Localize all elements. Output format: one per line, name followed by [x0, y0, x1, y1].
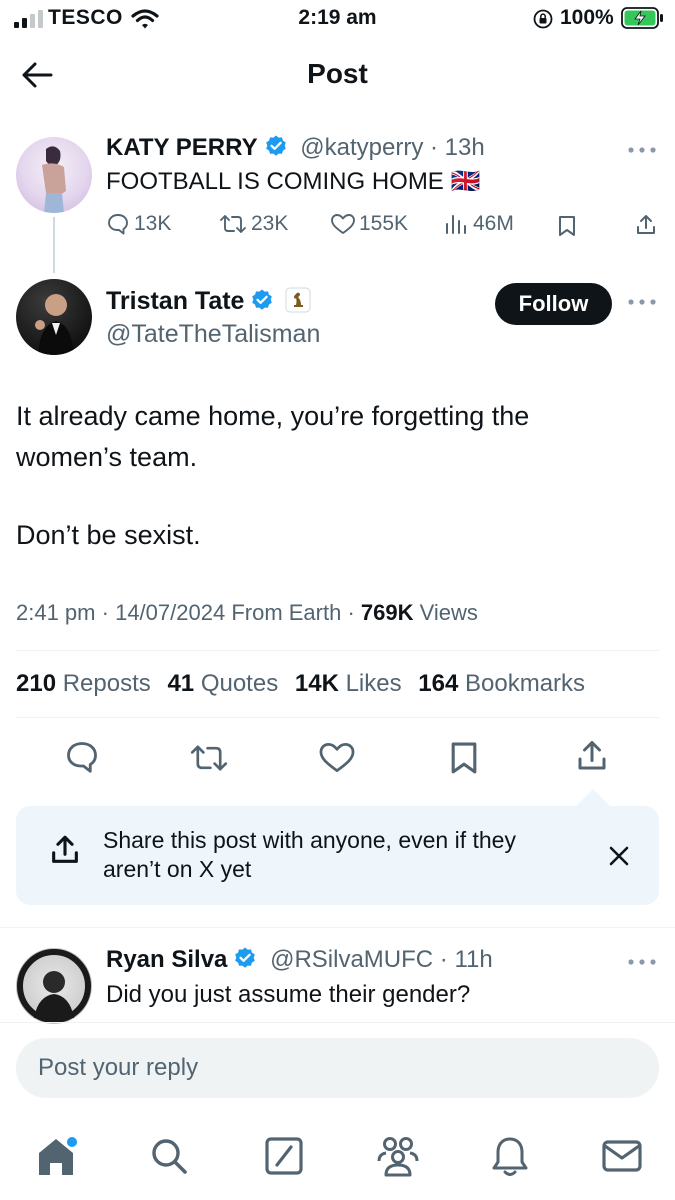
quotes-stat[interactable]: 41 Quotes [167, 670, 278, 697]
page-title: Post [307, 58, 368, 89]
views-label: Views [419, 600, 478, 625]
post-age: 11h [454, 946, 493, 973]
verified-badge-icon [252, 289, 273, 310]
avatar[interactable] [16, 279, 92, 355]
share-prompt-line: aren’t on X yet [103, 856, 252, 882]
post-text: Did you just assume their gender? [106, 981, 471, 1008]
avatar[interactable] [16, 137, 92, 213]
reposts-stat[interactable]: 210 Reposts [16, 670, 151, 697]
divider [16, 650, 659, 651]
bookmark-icon[interactable] [556, 214, 578, 238]
author-handle[interactable]: @TateTheTalisman [106, 320, 320, 349]
bookmarks-stat[interactable]: 164 Bookmarks [418, 670, 585, 697]
verified-badge-icon [265, 135, 286, 156]
reply-input[interactable] [16, 1038, 659, 1098]
likes-count: 14K [294, 670, 339, 697]
reposts-count: 210 [16, 670, 57, 697]
repost-button[interactable]: 23K [218, 212, 288, 236]
verified-badge-icon [235, 947, 256, 968]
views-count: 769K [360, 600, 414, 625]
avatar-figure [35, 294, 74, 355]
bottom-nav [0, 1120, 675, 1200]
separator: · [439, 946, 448, 973]
repost-icon[interactable] [188, 741, 230, 775]
post-text: FOOTBALL IS COMING HOME 🇬🇧 [106, 168, 481, 195]
divider [0, 1022, 675, 1023]
share-prompt-text: Share this post with anyone, even if the… [103, 826, 516, 884]
reply-icon[interactable] [64, 739, 100, 775]
avatar[interactable] [16, 948, 92, 1024]
like-icon [331, 214, 355, 234]
repost-icon [220, 215, 246, 233]
post-time[interactable]: 2:41 pm [16, 600, 96, 625]
close-icon[interactable] [608, 845, 630, 867]
post-body-line: It already came home, you’re forgetting … [16, 401, 530, 431]
share-icon [52, 835, 78, 863]
views-icon [446, 215, 466, 234]
divider [16, 717, 659, 718]
author-name[interactable]: Tristan Tate [106, 287, 244, 315]
avatar-figure [17, 949, 91, 1023]
likes-label: Likes [345, 670, 402, 697]
author-handle[interactable]: @katyperry [300, 134, 423, 161]
author-handle[interactable]: @RSilvaMUFC [270, 946, 433, 973]
reply-composer[interactable] [16, 1038, 659, 1098]
post-body-line: Don’t be sexist. [16, 520, 201, 550]
battery-percent: 100% [560, 6, 614, 29]
post-meta: 2:41 pm · 14/07/2024 From Earth · 769K V… [16, 600, 478, 626]
divider [0, 927, 675, 928]
quotes-label: Quotes [200, 670, 279, 697]
more-icon[interactable] [627, 146, 657, 154]
thread-line [53, 217, 55, 273]
views-count: 46M [473, 212, 514, 235]
reply-button[interactable]: 13K [106, 212, 171, 236]
post-header: KATY PERRY @katyperry · 13h [106, 134, 485, 162]
bookmark-icon[interactable] [447, 739, 481, 777]
like-button[interactable]: 155K [330, 212, 408, 236]
post-stats: 210 Reposts 41 Quotes 14K Likes 164 Book… [16, 670, 585, 698]
home-icon[interactable] [36, 1135, 80, 1177]
author-name[interactable]: Ryan Silva [106, 946, 227, 973]
views-button[interactable]: 46M [444, 212, 514, 236]
author-name[interactable]: KATY PERRY [106, 134, 258, 161]
separator: · [101, 600, 109, 625]
share-prompt-line: Share this post with anyone, even if the… [103, 827, 516, 853]
likes-stat[interactable]: 14K Likes [295, 670, 402, 697]
communities-icon[interactable] [376, 1135, 420, 1177]
reply-icon [108, 214, 128, 235]
post-header: Tristan Tate [106, 287, 311, 316]
reposts-label: Reposts [62, 670, 151, 697]
bookmarks-count: 164 [418, 670, 459, 697]
status-bar: TESCO 2:19 am 100% [0, 0, 675, 36]
like-icon[interactable] [318, 740, 356, 775]
reply-count: 13K [134, 212, 172, 235]
bookmarks-label: Bookmarks [465, 670, 586, 697]
separator: · [430, 134, 438, 161]
search-icon[interactable] [150, 1137, 188, 1175]
post-date[interactable]: 14/07/2024 [115, 600, 225, 625]
share-icon[interactable] [634, 213, 658, 237]
repost-count: 23K [251, 212, 289, 235]
more-icon[interactable] [627, 298, 657, 306]
battery-icon [621, 7, 663, 29]
notifications-icon[interactable] [492, 1135, 528, 1177]
more-icon[interactable] [627, 958, 657, 966]
grok-icon[interactable] [265, 1137, 303, 1175]
post-header: Ryan Silva @RSilvaMUFC · 11h [106, 946, 493, 974]
orientation-lock-icon [533, 9, 553, 29]
post-location: From Earth [231, 600, 342, 625]
share-prompt-card[interactable]: Share this post with anyone, even if the… [16, 789, 659, 905]
share-icon[interactable] [574, 738, 610, 774]
messages-icon[interactable] [602, 1140, 642, 1172]
like-count: 155K [359, 212, 409, 235]
follow-button[interactable]: Follow [495, 283, 612, 325]
tooltip-caret [576, 789, 610, 823]
separator: · [347, 600, 355, 625]
affiliate-badge-icon [285, 287, 311, 313]
post-body-line: women’s team. [16, 442, 198, 472]
quotes-count: 41 [167, 670, 195, 697]
post-age: 13h [444, 134, 485, 161]
avatar-figure [42, 146, 66, 213]
